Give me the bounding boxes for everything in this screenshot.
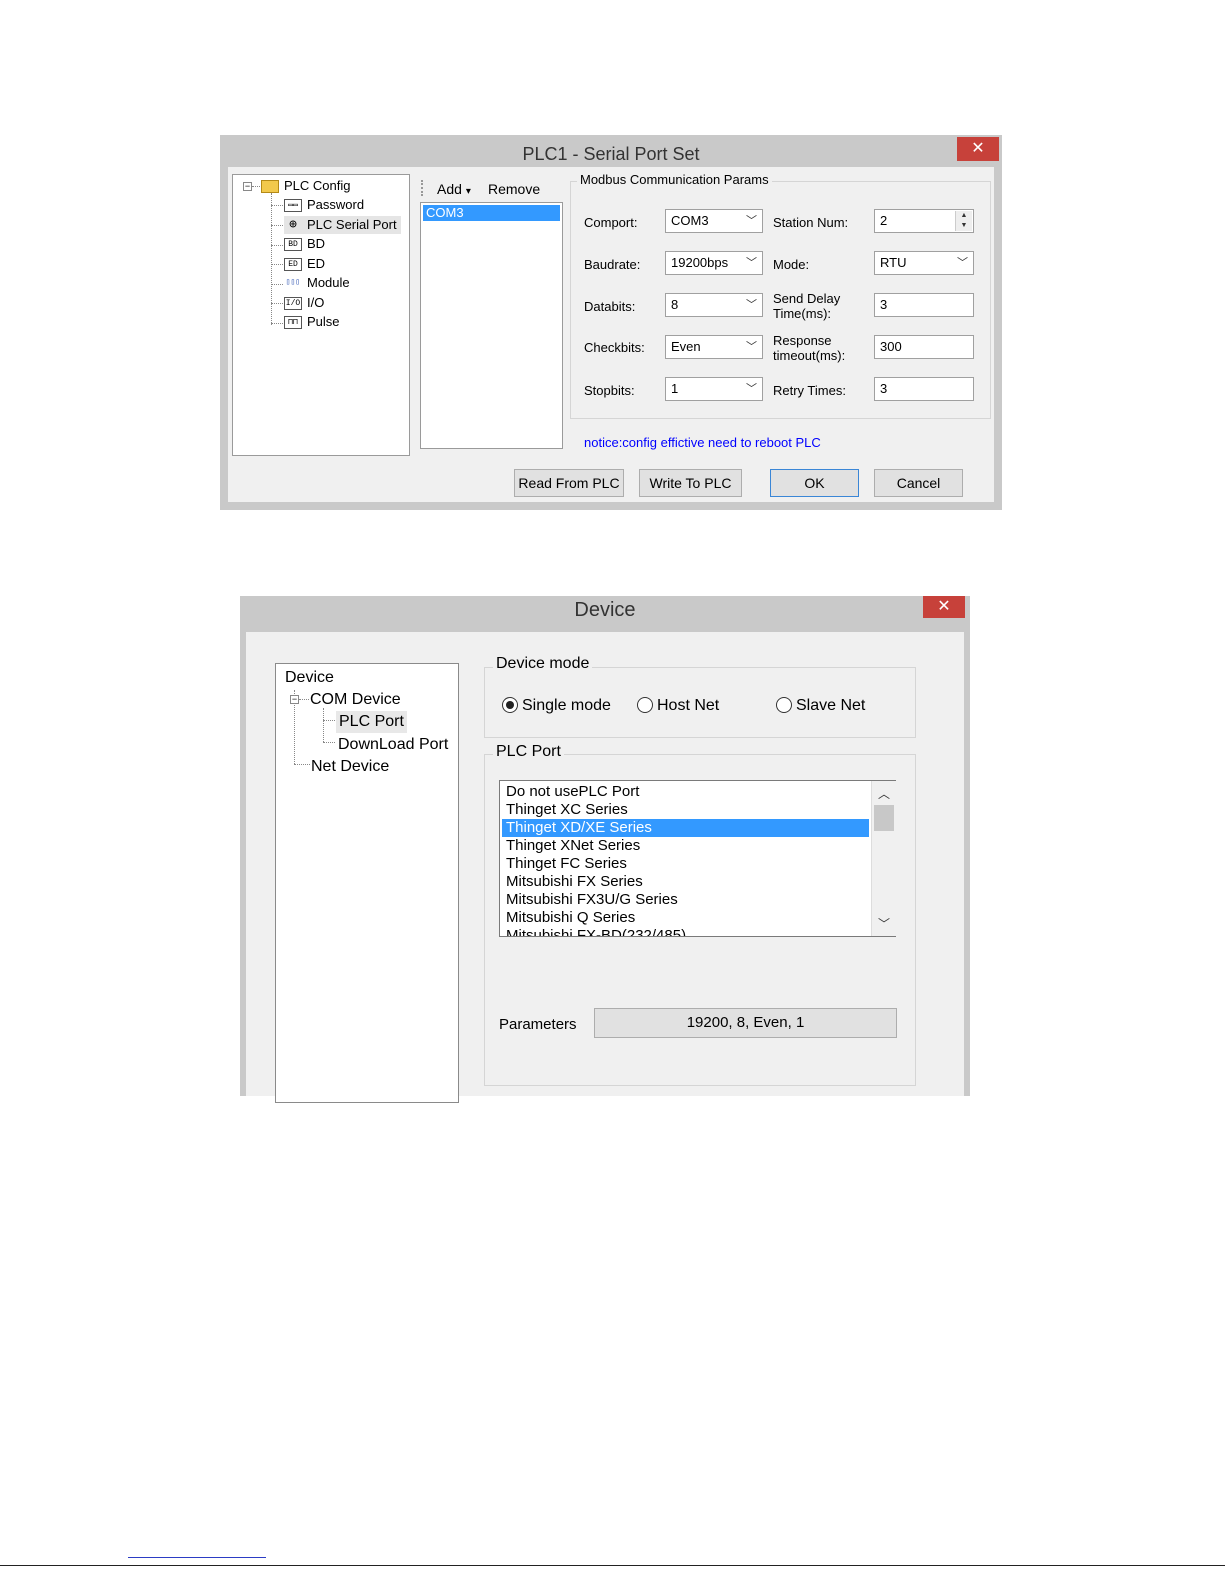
chevron-down-icon: ﹀ <box>957 257 968 269</box>
parameters-button[interactable]: 19200, 8, Even, 1 <box>594 1008 897 1038</box>
list-item[interactable]: Thinget FC Series <box>502 855 869 873</box>
device-tree: Device − COM Device PLC Port DownLoad Po… <box>275 663 459 1103</box>
ed-icon: ED <box>284 258 302 272</box>
baudrate-select[interactable]: 19200bps ﹀ <box>665 251 763 275</box>
radio-checked-icon <box>502 696 518 713</box>
send-delay-label: Send Delay Time(ms): <box>773 291 841 321</box>
io-icon: I/O <box>284 297 302 311</box>
list-item-selected[interactable]: Thinget XD/XE Series <box>502 819 869 837</box>
tree-item-plc-port[interactable]: PLC Port <box>336 711 407 733</box>
toolbar-grip <box>421 180 424 196</box>
add-button[interactable]: Add ▾ <box>437 181 471 197</box>
close-icon: ✕ <box>937 598 951 615</box>
list-item[interactable]: Mitsubishi FX Series <box>502 873 869 891</box>
serial-port-set-dialog: PLC1 - Serial Port Set ✕ − PLC Config ▭▭… <box>220 135 1002 510</box>
cancel-button[interactable]: Cancel <box>874 469 963 497</box>
tree-item-bd[interactable]: BD BD <box>284 235 325 253</box>
list-item[interactable]: Mitsubishi FX-BD(232/485) <box>502 927 869 936</box>
tree-item-net-device[interactable]: Net Device <box>311 756 389 778</box>
port-list: COM3 <box>420 202 563 449</box>
list-item[interactable]: Do not usePLC Port <box>502 783 869 801</box>
write-to-plc-button[interactable]: Write To PLC <box>639 469 742 497</box>
databits-label: Databits: <box>584 299 636 314</box>
tree-item-password[interactable]: ▭▭ Password <box>284 196 364 214</box>
port-list-item-com3[interactable]: COM3 <box>423 205 560 221</box>
list-scrollbar[interactable]: ︿ ﹀ <box>871 781 896 936</box>
chevron-down-icon: ﹀ <box>746 215 757 227</box>
list-item[interactable]: Mitsubishi Q Series <box>502 909 869 927</box>
comport-label: Comport: <box>584 215 638 230</box>
plc-port-title: PLC Port <box>493 743 564 761</box>
station-num-stepper[interactable]: 2 ▲ ▼ <box>874 209 974 233</box>
footnote-separator <box>128 1557 266 1558</box>
chevron-down-icon: ﹀ <box>746 341 757 353</box>
config-tree: − PLC Config ▭▭ Password ⊕ PLC Serial Port… <box>232 174 410 456</box>
tree-item-ed[interactable]: ED ED <box>284 255 325 273</box>
serial-port-icon: ⊕ <box>289 217 297 233</box>
tree-item-io[interactable]: I/O I/O <box>284 294 324 312</box>
retry-times-input[interactable]: 3 <box>874 377 974 401</box>
baudrate-label: Baudrate: <box>584 257 641 272</box>
page-bottom-rule <box>0 1565 1225 1566</box>
collapse-icon[interactable]: − <box>243 182 252 191</box>
radio-unchecked-icon <box>637 696 653 713</box>
stopbits-label: Stopbits: <box>584 383 635 398</box>
close-icon: ✕ <box>971 140 985 157</box>
dialog-title: Device <box>574 599 636 621</box>
tree-item-download-port[interactable]: DownLoad Port <box>338 734 448 756</box>
module-icon: ▯▯▯ <box>284 277 302 291</box>
chevron-down-icon: ﹀ <box>746 299 757 311</box>
scroll-up-icon[interactable]: ︿ <box>872 785 896 802</box>
stopbits-select[interactable]: 1 ﹀ <box>665 377 763 401</box>
comport-select[interactable]: COM3 ﹀ <box>665 209 763 233</box>
bd-icon: BD <box>284 238 302 252</box>
reboot-notice: notice:config effictive need to reboot P… <box>584 435 821 450</box>
radio-slave-net[interactable]: Slave Net <box>776 696 865 716</box>
retry-times-label: Retry Times: <box>773 383 846 398</box>
close-button[interactable]: ✕ <box>957 137 999 161</box>
collapse-icon[interactable]: − <box>290 695 299 704</box>
tree-item-plc-config[interactable]: PLC Config <box>261 177 350 195</box>
plc-port-list[interactable]: Do not usePLC Port Thinget XC Series Thi… <box>499 780 896 937</box>
send-delay-input[interactable]: 3 <box>874 293 974 317</box>
password-icon: ▭▭ <box>284 199 302 213</box>
radio-host-net[interactable]: Host Net <box>637 696 719 716</box>
read-from-plc-button[interactable]: Read From PLC <box>514 469 624 497</box>
scroll-down-icon[interactable]: ﹀ <box>872 915 896 932</box>
checkbits-select[interactable]: Even ﹀ <box>665 335 763 359</box>
response-timeout-label: Response timeout(ms): <box>773 333 846 363</box>
mode-label: Mode: <box>773 257 810 272</box>
tree-item-plc-serial-port[interactable]: ⊕ PLC Serial Port <box>284 216 401 234</box>
checkbits-label: Checkbits: <box>584 340 645 355</box>
tree-item-pulse[interactable]: ⊓⊓ Pulse <box>284 313 340 331</box>
remove-button[interactable]: Remove <box>488 181 540 197</box>
response-timeout-input[interactable]: 300 <box>874 335 974 359</box>
station-num-label: Station Num: <box>773 215 849 230</box>
chevron-down-icon: ﹀ <box>746 257 757 269</box>
parameters-label: Parameters <box>499 1016 577 1033</box>
tree-item-device[interactable]: Device <box>285 667 334 689</box>
list-item[interactable]: Thinget XNet Series <box>502 837 869 855</box>
dropdown-arrow-icon: ▾ <box>465 186 471 197</box>
chevron-down-icon: ﹀ <box>746 383 757 395</box>
device-dialog: Device ✕ Device − COM Device PLC Port Do… <box>240 596 970 1103</box>
dialog-body: Device − COM Device PLC Port DownLoad Po… <box>246 632 964 1103</box>
list-item[interactable]: Mitsubishi FX3U/G Series <box>502 891 869 909</box>
mode-select[interactable]: RTU ﹀ <box>874 251 974 275</box>
group-title: Modbus Communication Params <box>577 172 772 187</box>
spin-arrows-icon[interactable]: ▲ ▼ <box>955 211 972 231</box>
dialog-title: PLC1 - Serial Port Set <box>522 144 700 164</box>
ok-button[interactable]: OK <box>770 469 859 497</box>
pulse-icon: ⊓⊓ <box>284 316 302 330</box>
radio-unchecked-icon <box>776 696 792 713</box>
dialog-body: − PLC Config ▭▭ Password ⊕ PLC Serial Port… <box>228 167 994 502</box>
folder-icon <box>261 180 279 194</box>
device-mode-title: Device mode <box>493 655 593 673</box>
databits-select[interactable]: 8 ﹀ <box>665 293 763 317</box>
close-button[interactable]: ✕ <box>923 596 965 618</box>
scroll-thumb[interactable] <box>874 805 894 831</box>
tree-item-module[interactable]: ▯▯▯ Module <box>284 274 350 292</box>
list-item[interactable]: Thinget XC Series <box>502 801 869 819</box>
radio-single-mode[interactable]: Single mode <box>502 696 611 716</box>
